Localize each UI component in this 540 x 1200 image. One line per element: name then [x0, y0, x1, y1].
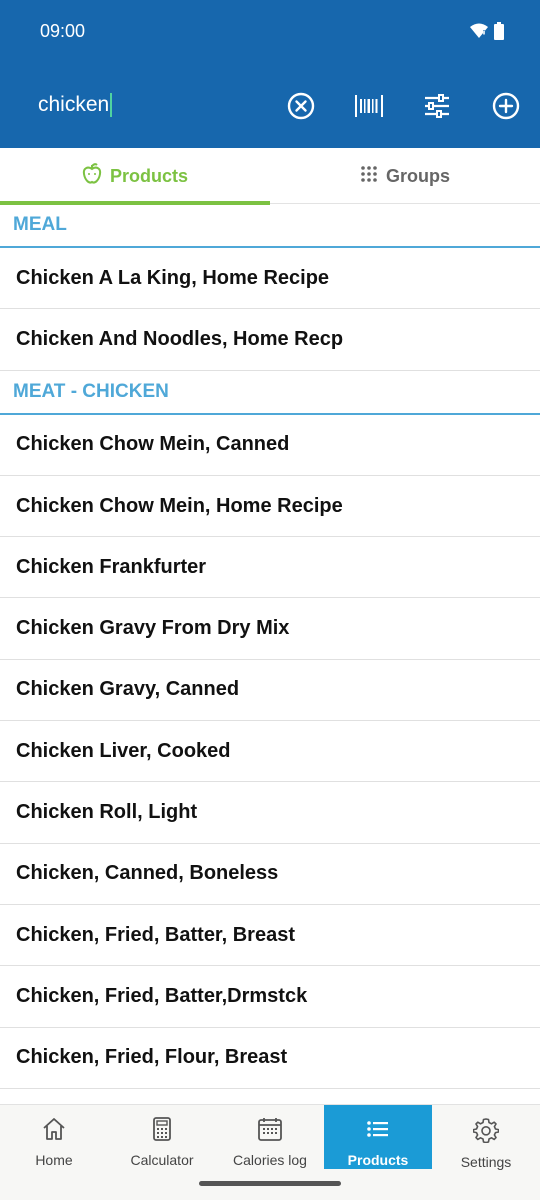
- list-item[interactable]: Chicken Chow Mein, Canned: [0, 415, 540, 476]
- calendar-icon: [257, 1117, 283, 1144]
- nav-calories-log-label: Calories log: [233, 1152, 307, 1168]
- nav-calculator-label: Calculator: [130, 1152, 194, 1168]
- list-item[interactable]: Chicken Gravy, Canned: [0, 660, 540, 722]
- gear-icon: [472, 1117, 500, 1146]
- home-icon: [41, 1117, 67, 1144]
- tab-products-label: Products: [109, 165, 188, 186]
- nav-settings[interactable]: Settings: [432, 1105, 540, 1170]
- nav-products-label: Products: [347, 1152, 409, 1168]
- search-input[interactable]: chicken: [38, 93, 113, 117]
- apple-icon: [82, 162, 102, 190]
- list-item[interactable]: Chicken, Fried, Batter, Breast: [0, 905, 540, 967]
- tab-groups-label: Groups: [385, 165, 450, 186]
- nav-calories-log[interactable]: Calories log: [216, 1105, 324, 1169]
- list-item[interactable]: Chicken, Fried, Batter,Drmstck: [0, 966, 540, 1028]
- status-icons: [470, 22, 504, 45]
- section-header: MEAT - CHICKEN: [0, 371, 540, 415]
- list-item[interactable]: Chicken Liver, Cooked: [0, 721, 540, 783]
- filter-sliders-icon: [423, 94, 451, 118]
- nav-home[interactable]: Home: [0, 1105, 108, 1169]
- product-list: MEAL Chicken A La King, Home Recipe Chic…: [0, 204, 540, 1089]
- gesture-home-indicator[interactable]: [199, 1181, 341, 1186]
- tab-products[interactable]: Products: [0, 148, 270, 205]
- barcode-icon: [355, 94, 383, 118]
- app-bar: 09:00 chicken: [0, 0, 540, 148]
- list-item[interactable]: Chicken, Canned, Boneless: [0, 844, 540, 905]
- list-item[interactable]: Chicken A La King, Home Recipe: [0, 248, 540, 310]
- nav-settings-label: Settings: [460, 1154, 512, 1170]
- nav-home-label: Home: [35, 1152, 73, 1168]
- list-item[interactable]: Chicken Frankfurter: [0, 537, 540, 599]
- nav-products[interactable]: Products: [324, 1105, 432, 1169]
- section-header: MEAL: [0, 204, 540, 248]
- list-item[interactable]: Chicken Chow Mein, Home Recipe: [0, 476, 540, 538]
- nav-calculator[interactable]: Calculator: [108, 1105, 216, 1169]
- barcode-scan-button[interactable]: [351, 88, 387, 124]
- grid-dots-icon: [360, 165, 378, 188]
- list-item[interactable]: Chicken, Fried, Flour, Breast: [0, 1028, 540, 1089]
- list-item[interactable]: Chicken Roll, Light: [0, 782, 540, 844]
- filter-button[interactable]: [419, 88, 455, 124]
- text-cursor: [110, 93, 113, 117]
- battery-icon: [494, 22, 504, 45]
- wifi-icon: [470, 23, 488, 44]
- list-item[interactable]: Chicken And Noodles, Home Recp: [0, 309, 540, 371]
- tab-groups[interactable]: Groups: [270, 148, 540, 204]
- close-circle-icon: [287, 92, 315, 120]
- status-time: 09:00: [40, 21, 86, 41]
- calculator-icon: [152, 1117, 172, 1144]
- list-icon: [365, 1117, 391, 1144]
- add-product-button[interactable]: [488, 88, 524, 124]
- list-item[interactable]: Chicken Gravy From Dry Mix: [0, 598, 540, 660]
- search-query: chicken: [38, 93, 110, 116]
- add-circle-icon: [492, 92, 520, 120]
- clear-search-button[interactable]: [283, 88, 319, 124]
- tab-bar: Products Groups: [0, 148, 540, 205]
